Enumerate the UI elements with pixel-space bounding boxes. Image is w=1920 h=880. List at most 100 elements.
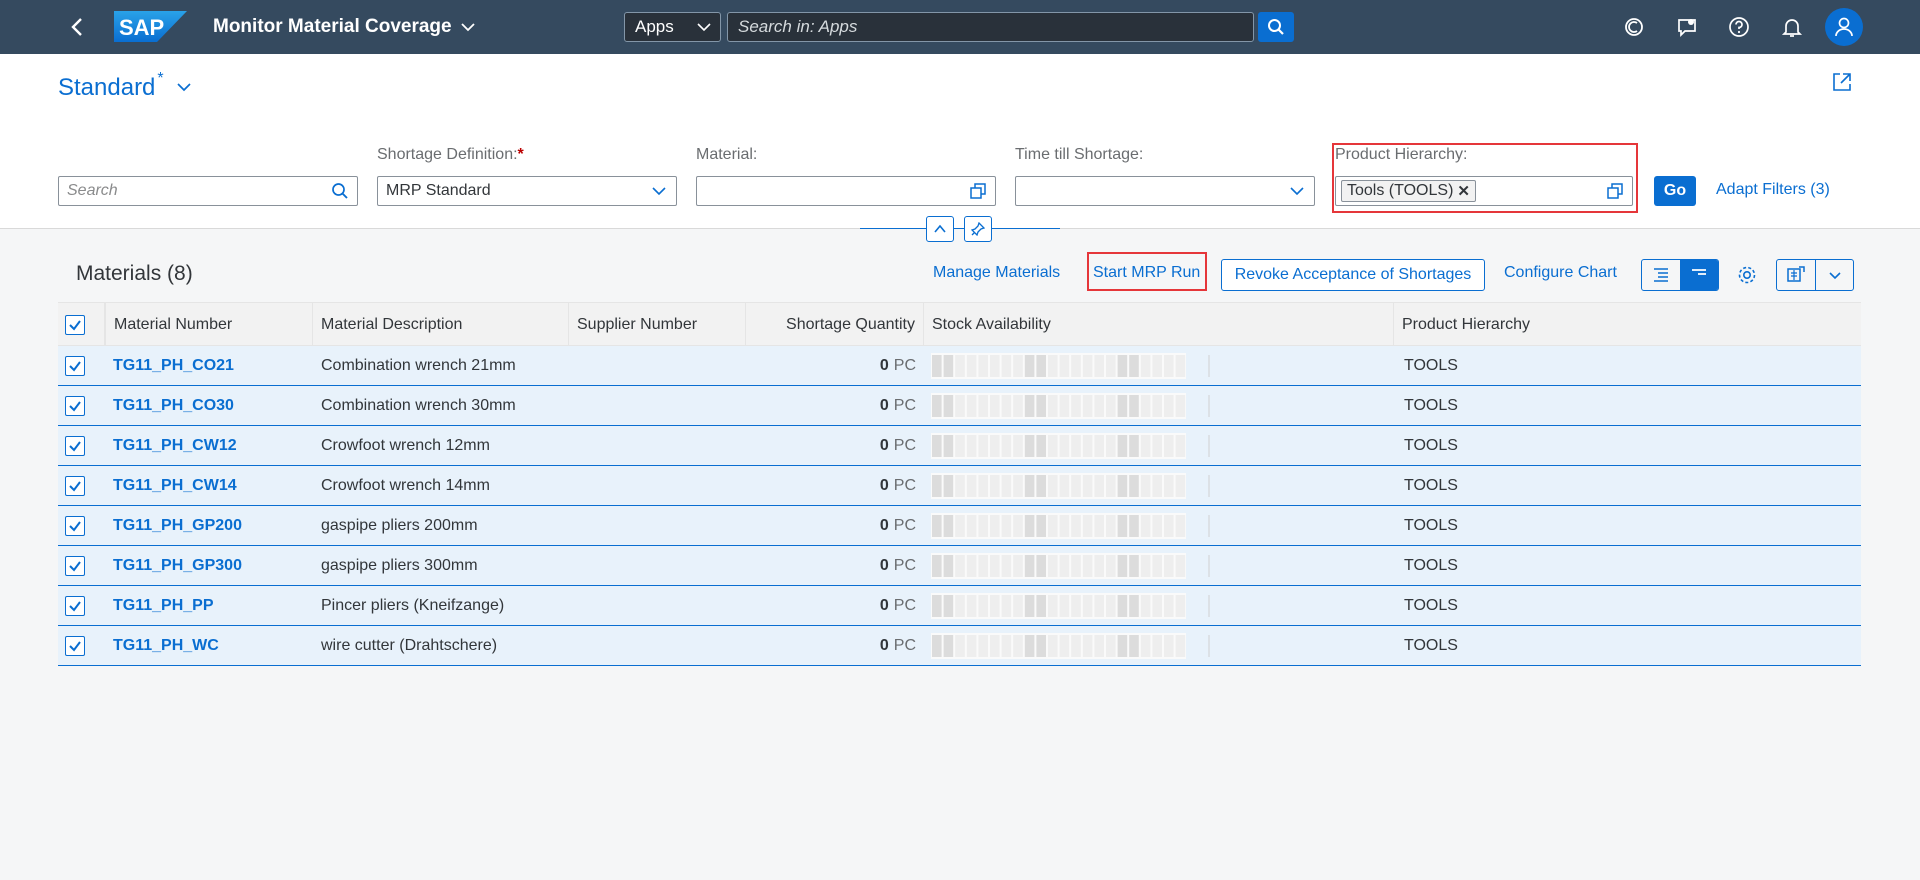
- stock-bar-segment: [1013, 554, 1023, 577]
- stock-bar-segment: [1094, 594, 1104, 617]
- stock-availability-bar: [931, 472, 1210, 499]
- material-number-link[interactable]: TG11_PH_GP300: [105, 546, 242, 585]
- shortage-quantity-unit: PC: [893, 476, 916, 494]
- stock-bar-segment: [1001, 394, 1012, 417]
- table-row[interactable]: TG11_PH_WC wire cutter (Drahtschere) 0 PC…: [58, 626, 1861, 666]
- export-menu[interactable]: [1776, 259, 1854, 291]
- stock-bar-segment: [1082, 434, 1093, 457]
- stock-bar-segment: [966, 474, 977, 497]
- table-row[interactable]: TG11_PH_CO21 Combination wrench 21mm 0 PC…: [58, 346, 1861, 386]
- filter-search-input[interactable]: Search: [58, 176, 358, 206]
- table-row[interactable]: TG11_PH_CW12 Crowfoot wrench 12mm 0 PC TO…: [58, 426, 1861, 466]
- stock-availability-chart[interactable]: [931, 426, 1211, 465]
- table-row[interactable]: TG11_PH_PP Pincer pliers (Kneifzange) 0P…: [58, 586, 1861, 626]
- row-checkbox[interactable]: [65, 635, 85, 656]
- app-title-menu[interactable]: Monitor Material Coverage: [213, 16, 476, 38]
- manage-materials-button[interactable]: Manage Materials: [933, 264, 1060, 282]
- stock-bar-segment: [1048, 634, 1058, 657]
- material-number-link[interactable]: TG11_PH_CO21: [105, 346, 234, 385]
- variant-name[interactable]: Standard *: [58, 70, 164, 102]
- stock-availability-chart[interactable]: [931, 586, 1211, 625]
- stock-bar-segment: [1140, 434, 1151, 457]
- stock-bar-segment: [1036, 634, 1046, 657]
- stock-bar-segment: [1059, 394, 1070, 417]
- joule-icon[interactable]: [1621, 14, 1647, 40]
- row-checkbox[interactable]: [65, 595, 85, 616]
- table-row[interactable]: TG11_PH_GP300 gaspipe pliers 300mm 0 PC T…: [58, 546, 1861, 586]
- view-toggle[interactable]: [1641, 259, 1719, 291]
- checkmark-icon: [69, 320, 81, 331]
- column-header-material-description[interactable]: Material Description: [313, 303, 569, 347]
- view-toggle-chart-icon[interactable]: [1680, 260, 1718, 290]
- time-till-shortage-select[interactable]: [1015, 176, 1315, 206]
- export-icon[interactable]: [1777, 260, 1815, 290]
- row-select-cell: [65, 346, 85, 385]
- material-input[interactable]: [696, 176, 996, 206]
- configure-chart-button[interactable]: Configure Chart: [1504, 264, 1617, 282]
- product-hierarchy-value: TOOLS: [1404, 636, 1458, 654]
- material-number-link[interactable]: TG11_PH_CW14: [105, 466, 237, 505]
- stock-availability-chart[interactable]: [931, 506, 1211, 545]
- stock-bar-segment: [1140, 514, 1151, 537]
- column-header-material-number[interactable]: Material Number: [105, 303, 313, 347]
- stock-bar-segment: [978, 434, 988, 457]
- shell-search-input[interactable]: Search in: Apps: [727, 12, 1254, 42]
- material-number-link[interactable]: TG11_PH_WC: [105, 626, 219, 665]
- stock-bar-segment: [943, 354, 954, 377]
- adapt-filters-link[interactable]: Adapt Filters (3): [1716, 181, 1830, 199]
- shortage-definition-select[interactable]: MRP Standard: [377, 176, 677, 206]
- collapse-header-button[interactable]: [926, 216, 954, 242]
- view-toggle-table-icon[interactable]: [1642, 260, 1680, 290]
- row-checkbox[interactable]: [65, 355, 85, 376]
- sap-logo[interactable]: SAP: [114, 11, 187, 42]
- stock-bar-segment: [1117, 354, 1128, 377]
- user-avatar[interactable]: [1825, 8, 1863, 46]
- material-number-link[interactable]: TG11_PH_CO30: [105, 386, 234, 425]
- stock-bar-segment: [1048, 554, 1058, 577]
- row-select-cell: [65, 466, 85, 505]
- stock-availability-chart[interactable]: [931, 386, 1211, 425]
- row-checkbox[interactable]: [65, 475, 85, 496]
- stock-bar-segment: [1013, 514, 1023, 537]
- stock-bar-segment: [1071, 394, 1081, 417]
- stock-availability-chart[interactable]: [931, 546, 1211, 585]
- go-button[interactable]: Go: [1654, 176, 1696, 206]
- stock-bar-segment: [1024, 394, 1035, 417]
- table-row[interactable]: TG11_PH_GP200 gaspipe pliers 200mm 0 PC T…: [58, 506, 1861, 546]
- stock-availability-chart[interactable]: [931, 466, 1211, 505]
- help-icon[interactable]: [1726, 14, 1752, 40]
- chevron-down-icon[interactable]: [176, 79, 192, 100]
- table-row[interactable]: TG11_PH_CO30 Combination wrench 30mm 0 PC…: [58, 386, 1861, 426]
- material-number-link[interactable]: TG11_PH_GP200: [105, 506, 242, 545]
- table-row[interactable]: TG11_PH_CW14 Crowfoot wrench 14mm 0 PC TO…: [58, 466, 1861, 506]
- table-header: Material Number Material Description Sup…: [58, 302, 1861, 347]
- search-scope-select[interactable]: Apps: [624, 12, 721, 42]
- column-header-supplier-number[interactable]: Supplier Number: [569, 303, 746, 347]
- row-checkbox[interactable]: [65, 515, 85, 536]
- select-all-checkbox[interactable]: [65, 315, 85, 335]
- row-checkbox[interactable]: [65, 435, 85, 456]
- material-number-link[interactable]: TG11_PH_CW12: [105, 426, 237, 465]
- feedback-icon[interactable]: [1674, 14, 1700, 40]
- stock-availability-chart[interactable]: [931, 346, 1211, 385]
- stock-availability-chart[interactable]: [931, 626, 1211, 665]
- shell-search-button[interactable]: [1258, 12, 1294, 42]
- notifications-icon[interactable]: [1779, 14, 1805, 40]
- row-checkbox[interactable]: [65, 555, 85, 576]
- revoke-acceptance-button[interactable]: Revoke Acceptance of Shortages: [1221, 259, 1485, 291]
- stock-bar-segment: [1106, 434, 1116, 457]
- search-icon[interactable]: [331, 182, 349, 200]
- back-icon[interactable]: [66, 15, 90, 39]
- column-header-product-hierarchy[interactable]: Product Hierarchy: [1394, 303, 1861, 347]
- material-number-link[interactable]: TG11_PH_PP: [105, 586, 214, 625]
- share-icon[interactable]: [1831, 71, 1853, 98]
- value-help-icon[interactable]: [969, 182, 987, 200]
- pin-header-button[interactable]: [964, 216, 992, 242]
- column-header-shortage-quantity[interactable]: Shortage Quantity: [746, 303, 924, 347]
- stock-bar-segment: [1036, 354, 1046, 377]
- chevron-down-icon[interactable]: [1815, 260, 1853, 290]
- variant-title: Standard: [58, 74, 156, 101]
- settings-gear-icon[interactable]: [1734, 262, 1760, 288]
- row-checkbox[interactable]: [65, 395, 85, 416]
- column-header-stock-availability[interactable]: Stock Availability: [924, 303, 1394, 347]
